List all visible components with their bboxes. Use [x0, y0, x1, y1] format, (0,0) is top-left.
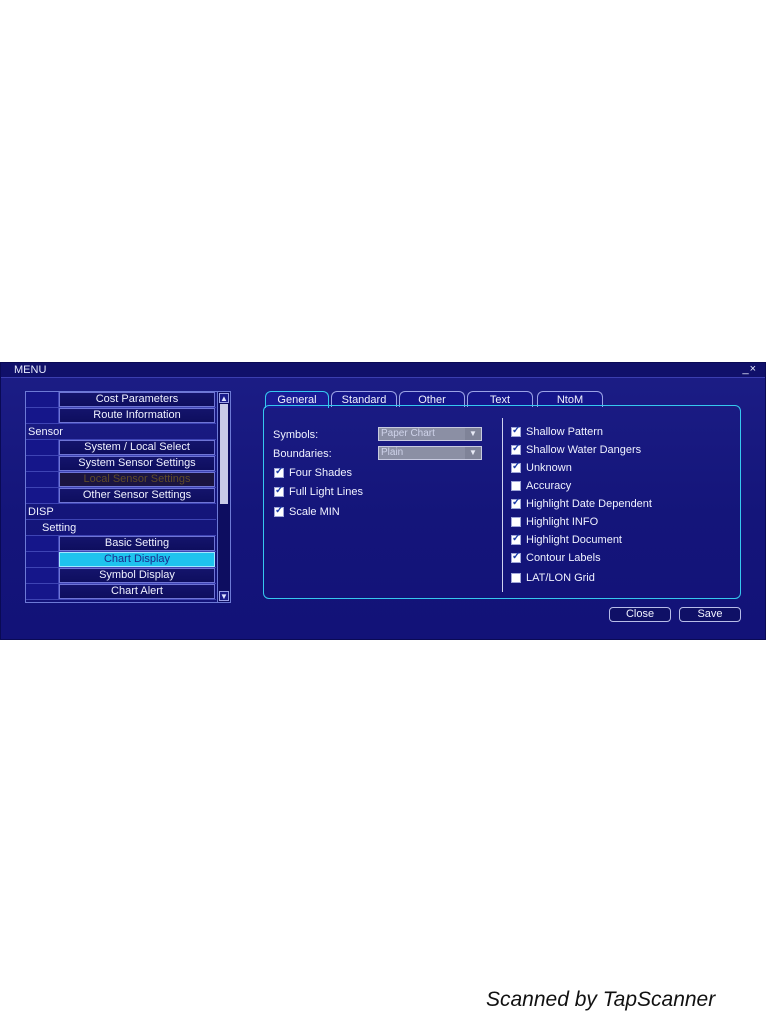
menu-scrollbar[interactable]: ▲ ▼: [217, 392, 230, 602]
symbols-label: Symbols:: [273, 429, 319, 441]
highlight-info-checkbox[interactable]: [511, 517, 521, 527]
highlight-date-dependent-checkbox[interactable]: [511, 497, 521, 509]
contour-labels-checkbox[interactable]: [511, 551, 521, 563]
scroll-up-icon[interactable]: ▲: [219, 393, 229, 403]
menu-row: System Sensor Settings: [26, 456, 216, 472]
menu-category-sensor[interactable]: Sensor: [28, 424, 63, 440]
unknown-checkbox[interactable]: [511, 461, 521, 473]
menu-row: Chart Alert: [26, 584, 216, 600]
menu-item-basic-setting[interactable]: Basic Setting: [59, 536, 215, 551]
chevron-down-icon[interactable]: ▼: [465, 447, 481, 459]
scale-min-checkbox[interactable]: [274, 505, 284, 517]
menu-subcategory-setting[interactable]: Setting: [42, 520, 76, 536]
scroll-down-icon[interactable]: ▼: [219, 591, 229, 601]
shallow-water-dangers-checkbox[interactable]: [511, 443, 521, 455]
menu-item-cost-parameters[interactable]: Cost Parameters: [59, 392, 215, 407]
menu-item-route-information[interactable]: Route Information: [59, 408, 215, 423]
settings-menu: Cost Parameters Route Information Sensor…: [25, 391, 231, 603]
menu-row: Other Sensor Settings: [26, 488, 216, 504]
menu-item-other-sensor-settings[interactable]: Other Sensor Settings: [59, 488, 215, 503]
four-shades-label: Four Shades: [289, 467, 352, 479]
scrollbar-thumb[interactable]: [220, 404, 228, 504]
menu-row: Setting: [26, 520, 216, 536]
menu-item-chart-display[interactable]: Chart Display: [59, 552, 215, 567]
full-light-lines-checkbox[interactable]: [274, 485, 284, 497]
window-controls[interactable]: _×: [742, 362, 757, 376]
four-shades-checkbox[interactable]: [274, 466, 284, 478]
menu-row: Symbol Display: [26, 568, 216, 584]
window-title: MENU: [14, 364, 47, 376]
highlight-document-checkbox[interactable]: [511, 533, 521, 545]
accuracy-label: Accuracy: [526, 480, 572, 492]
unknown-label: Unknown: [526, 462, 572, 474]
lat-lon-grid-checkbox[interactable]: [511, 573, 521, 583]
close-button[interactable]: Close: [609, 607, 671, 622]
scanner-watermark: Scanned by TapScanner: [486, 988, 716, 1011]
shallow-pattern-checkbox[interactable]: [511, 425, 521, 437]
menu-row: Cost Parameters: [26, 392, 216, 408]
highlight-info-label: Highlight INFO: [526, 516, 599, 528]
menu-category-disp[interactable]: DISP: [28, 504, 54, 520]
lat-lon-grid-label: LAT/LON Grid: [526, 572, 595, 584]
highlight-document-label: Highlight Document: [526, 534, 622, 546]
shallow-pattern-label: Shallow Pattern: [526, 426, 604, 438]
symbols-select[interactable]: Paper Chart ▼: [378, 427, 482, 441]
menu-row: Chart Display: [26, 552, 216, 568]
menu-row: Basic Setting: [26, 536, 216, 552]
shallow-water-dangers-label: Shallow Water Dangers: [526, 444, 642, 456]
menu-row: System / Local Select: [26, 440, 216, 456]
contour-labels-label: Contour Labels: [526, 552, 601, 564]
menu-item-system-local-select[interactable]: System / Local Select: [59, 440, 215, 455]
menu-item-system-sensor-settings[interactable]: System Sensor Settings: [59, 456, 215, 471]
chart-display-dialog: MENU _× Cost Parameters Route Informatio…: [0, 362, 766, 640]
menu-item-chart-alert[interactable]: Chart Alert: [59, 584, 215, 599]
scale-min-label: Scale MIN: [289, 506, 340, 518]
menu-row: Route Information: [26, 408, 216, 424]
chevron-down-icon[interactable]: ▼: [465, 428, 481, 440]
menu-row: Sensor: [26, 424, 216, 440]
general-panel: Symbols: Paper Chart ▼ Boundaries: Plain…: [263, 405, 741, 599]
title-bar: MENU _×: [1, 363, 765, 378]
boundaries-select[interactable]: Plain ▼: [378, 446, 482, 460]
menu-item-symbol-display[interactable]: Symbol Display: [59, 568, 215, 583]
menu-row: Local Sensor Settings: [26, 472, 216, 488]
boundaries-label: Boundaries:: [273, 448, 332, 460]
highlight-date-dependent-label: Highlight Date Dependent: [526, 498, 652, 510]
boundaries-value: Plain: [381, 447, 404, 458]
symbols-value: Paper Chart: [381, 428, 435, 439]
accuracy-checkbox[interactable]: [511, 481, 521, 491]
full-light-lines-label: Full Light Lines: [289, 486, 363, 498]
menu-item-local-sensor-settings: Local Sensor Settings: [59, 472, 215, 487]
panel-divider: [502, 418, 503, 592]
save-button[interactable]: Save: [679, 607, 741, 622]
menu-row: DISP: [26, 504, 216, 520]
